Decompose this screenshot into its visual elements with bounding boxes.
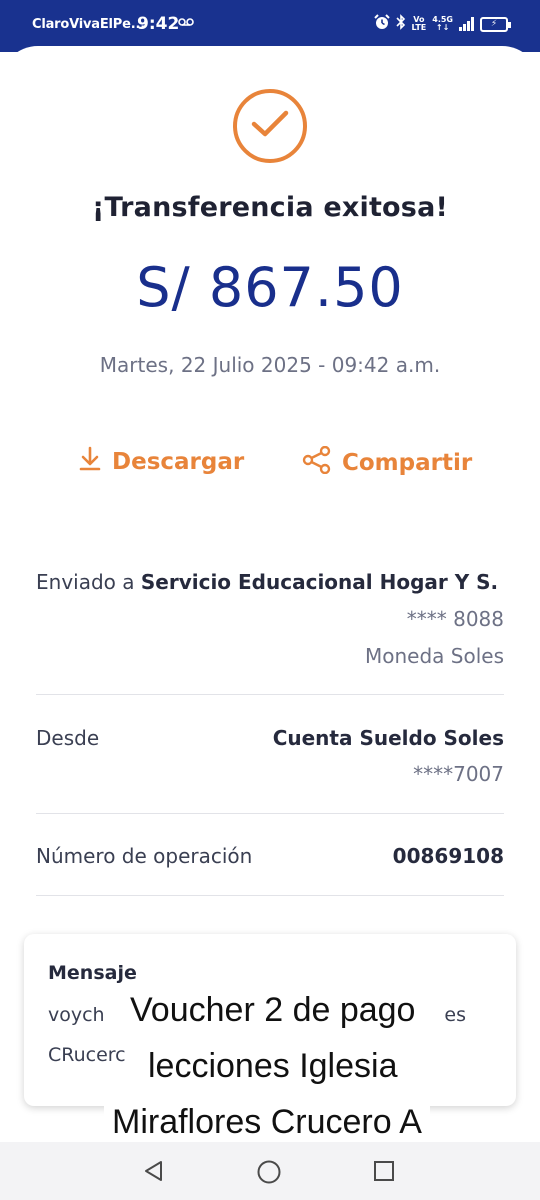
back-icon[interactable]	[142, 1159, 166, 1187]
voicemail-icon	[178, 16, 194, 31]
sent-to-row: Enviado a Servicio Educacional Hogar Y S…	[36, 570, 498, 594]
home-icon[interactable]	[256, 1159, 282, 1189]
recipient-account: **** 8088	[406, 607, 504, 631]
download-icon	[78, 446, 102, 478]
recipient-name: Servicio Educacional Hogar Y S.	[140, 570, 499, 594]
success-title: ¡Transferencia exitosa!	[91, 192, 449, 223]
message-text-line2: CRucerc	[48, 1044, 126, 1066]
recipient-currency: Moneda Soles	[365, 644, 504, 668]
network-gen-icon: 4.5G ↑↓	[432, 16, 453, 32]
system-nav-bar	[0, 1142, 540, 1200]
from-label: Desde	[36, 726, 100, 750]
divider	[36, 694, 504, 695]
network-arrows-label: ↑↓	[435, 23, 450, 32]
recents-icon[interactable]	[372, 1159, 396, 1187]
message-text-line1-end: es	[444, 1004, 466, 1026]
divider	[36, 813, 504, 814]
share-icon	[302, 445, 332, 480]
alarm-icon	[373, 14, 390, 34]
source-account-number: ****7007	[413, 762, 504, 786]
operation-label: Número de operación	[36, 844, 253, 868]
signal-icon	[459, 17, 474, 31]
battery-icon: ⚡	[480, 16, 511, 32]
message-text-line1: voych	[48, 1004, 105, 1026]
status-bar: ClaroVivaElPe... 9:42 Vo LTE 4.5G ↑↓ ⚡	[0, 0, 540, 52]
carrier-name: ClaroVivaElPe...	[32, 17, 145, 32]
bluetooth-icon	[395, 14, 406, 34]
caption-line2: lecciones Iglesia	[140, 1046, 406, 1086]
divider	[36, 895, 504, 896]
volte-bottom-label: LTE	[411, 23, 427, 32]
share-label: Compartir	[342, 450, 473, 476]
message-title: Mensaje	[48, 962, 137, 984]
caption-line3: Miraflores Crucero A	[104, 1102, 430, 1142]
download-button[interactable]: Descargar	[78, 446, 244, 478]
check-circle-icon	[233, 89, 307, 163]
source-account-name: Cuenta Sueldo Soles	[272, 726, 504, 750]
clock: 9:42	[137, 14, 180, 34]
sent-to-label: Enviado a	[36, 570, 135, 594]
volte-icon: Vo LTE	[412, 16, 427, 32]
transfer-amount: S/ 867.50	[136, 256, 404, 319]
caption-line1: Voucher 2 de pago	[122, 990, 424, 1030]
transfer-datetime: Martes, 22 Julio 2025 - 09:42 a.m.	[99, 353, 441, 377]
operation-number: 00869108	[392, 844, 504, 868]
download-label: Descargar	[112, 449, 245, 475]
share-button[interactable]: Compartir	[302, 445, 473, 480]
